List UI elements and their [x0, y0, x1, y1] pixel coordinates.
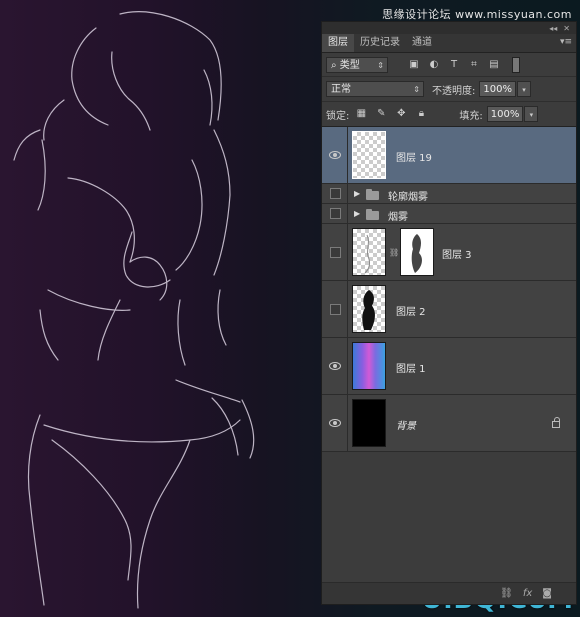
layer-thumbnail	[352, 131, 386, 179]
filter-type-label: 类型	[339, 59, 360, 71]
silhouette-thumbnail	[362, 290, 375, 330]
search-icon: ⌕	[331, 59, 340, 71]
fx-icon[interactable]: fx	[523, 588, 532, 599]
figure-sketch-thumbnail	[364, 234, 370, 274]
adjustment-filter-icon[interactable]: ◐	[428, 59, 440, 71]
tab-layers[interactable]: 图层	[322, 34, 354, 52]
hidden-box-icon	[329, 208, 341, 219]
layer-row-2[interactable]: 图层 2	[322, 281, 576, 338]
shape-filter-icon[interactable]: ⌗	[468, 59, 480, 71]
blend-row: 正常 ⇕ 不透明度: 100% ▾	[322, 77, 576, 102]
hidden-box-icon	[329, 188, 341, 199]
hidden-box-icon	[329, 303, 341, 315]
lock-label: 锁定:	[326, 110, 350, 122]
layer-group-smoke[interactable]: ▶ 烟雾	[322, 204, 576, 224]
layer-thumbnail	[352, 285, 386, 333]
expand-triangle-icon[interactable]: ▶	[354, 209, 360, 218]
fill-dropdown[interactable]: ▾	[524, 106, 539, 122]
blend-mode-value: 正常	[331, 84, 351, 95]
expand-triangle-icon[interactable]: ▶	[354, 189, 360, 198]
panel-tabs: 图层 历史记录 通道 ▾≡	[322, 34, 576, 53]
collapse-icon[interactable]: ◂◂	[549, 24, 557, 33]
link-layers-icon[interactable]: ⛓	[500, 588, 513, 599]
layer-name: 背景	[396, 421, 416, 432]
opacity-dropdown[interactable]: ▾	[516, 81, 531, 97]
layers-list: 图层 19 ▶ 轮廓烟雾 ▶ 烟雾 ⛓ 图层 3 图层 2 图层 1 背景	[322, 127, 576, 582]
visibility-toggle[interactable]	[326, 127, 344, 183]
layer-name: 图层 1	[396, 364, 426, 375]
line-art-figure	[13, 11, 255, 609]
lock-transparency-icon[interactable]: ▦	[355, 108, 367, 120]
tab-channels[interactable]: 通道	[406, 34, 438, 52]
folder-icon	[366, 209, 379, 220]
close-icon[interactable]: ✕	[563, 24, 570, 33]
layer-group-outline-smoke[interactable]: ▶ 轮廓烟雾	[322, 184, 576, 204]
mask-figure-thumbnail	[411, 234, 422, 273]
lock-icon	[552, 417, 560, 428]
panel-menu-icon[interactable]: ▾≡	[560, 37, 572, 47]
layer-name: 图层 3	[442, 250, 472, 261]
layers-panel: ◂◂ ✕ 图层 历史记录 通道 ▾≡ ⌕ 类型 ⇕ ▣ ◐ T ⌗ ▤ 正常 ⇕ 不…	[321, 21, 577, 605]
blend-mode-select[interactable]: 正常 ⇕	[326, 81, 424, 97]
layer-row-background[interactable]: 背景	[322, 395, 576, 452]
lock-pixels-icon[interactable]: ✎	[375, 108, 387, 120]
visibility-toggle[interactable]	[326, 224, 344, 280]
panel-titlebar[interactable]: ◂◂ ✕	[322, 22, 576, 34]
layer-name: 图层 19	[396, 153, 432, 164]
visibility-toggle[interactable]	[326, 184, 344, 203]
filter-row: ⌕ 类型 ⇕ ▣ ◐ T ⌗ ▤	[322, 53, 576, 77]
eye-icon	[329, 362, 341, 370]
visibility-toggle[interactable]	[326, 281, 344, 337]
fill-label: 填充:	[459, 110, 483, 122]
image-filter-icon[interactable]: ▣	[408, 59, 420, 71]
layer-thumbnail	[352, 342, 386, 390]
panel-bottom-bar: ⛓ fx ◙	[322, 582, 576, 604]
smart-object-filter-icon[interactable]: ▤	[488, 59, 500, 71]
opacity-label: 不透明度:	[432, 85, 476, 97]
lock-position-icon[interactable]: ✥	[395, 108, 407, 120]
hidden-box-icon	[329, 246, 341, 258]
chevron-updown-icon: ⇕	[413, 85, 420, 94]
chevron-updown-icon: ⇕	[377, 60, 384, 70]
tab-history[interactable]: 历史记录	[354, 34, 406, 52]
eye-icon	[329, 419, 341, 427]
layer-row-19[interactable]: 图层 19	[322, 127, 576, 184]
layer-thumbnail	[352, 228, 386, 276]
link-chain-icon[interactable]: ⛓	[389, 248, 399, 257]
folder-icon	[366, 189, 379, 200]
filter-toggle[interactable]	[512, 56, 520, 73]
visibility-toggle[interactable]	[326, 204, 344, 223]
lock-all-icon[interactable]: 🔒︎	[415, 108, 427, 120]
visibility-toggle[interactable]	[326, 338, 344, 394]
layer-row-3[interactable]: ⛓ 图层 3	[322, 224, 576, 281]
layer-thumbnail	[352, 399, 386, 447]
site-watermark-top: 思缘设计论坛 www.missyuan.com	[382, 8, 572, 21]
opacity-input[interactable]: 100%	[479, 81, 516, 97]
eye-icon	[329, 151, 341, 159]
visibility-toggle[interactable]	[326, 395, 344, 451]
lock-row: 锁定: ▦ ✎ ✥ 🔒︎ 填充: 100% ▾	[322, 102, 576, 127]
layer-name: 轮廓烟雾	[388, 192, 428, 203]
text-filter-icon[interactable]: T	[448, 59, 460, 71]
mask-icon[interactable]: ◙	[542, 588, 552, 599]
layer-name: 图层 2	[396, 307, 426, 318]
layer-mask-thumbnail[interactable]	[400, 228, 434, 276]
filter-type-select[interactable]: ⌕ 类型 ⇕	[326, 56, 388, 73]
layer-row-1[interactable]: 图层 1	[322, 338, 576, 395]
fill-input[interactable]: 100%	[486, 106, 524, 122]
layer-name: 烟雾	[388, 212, 408, 223]
